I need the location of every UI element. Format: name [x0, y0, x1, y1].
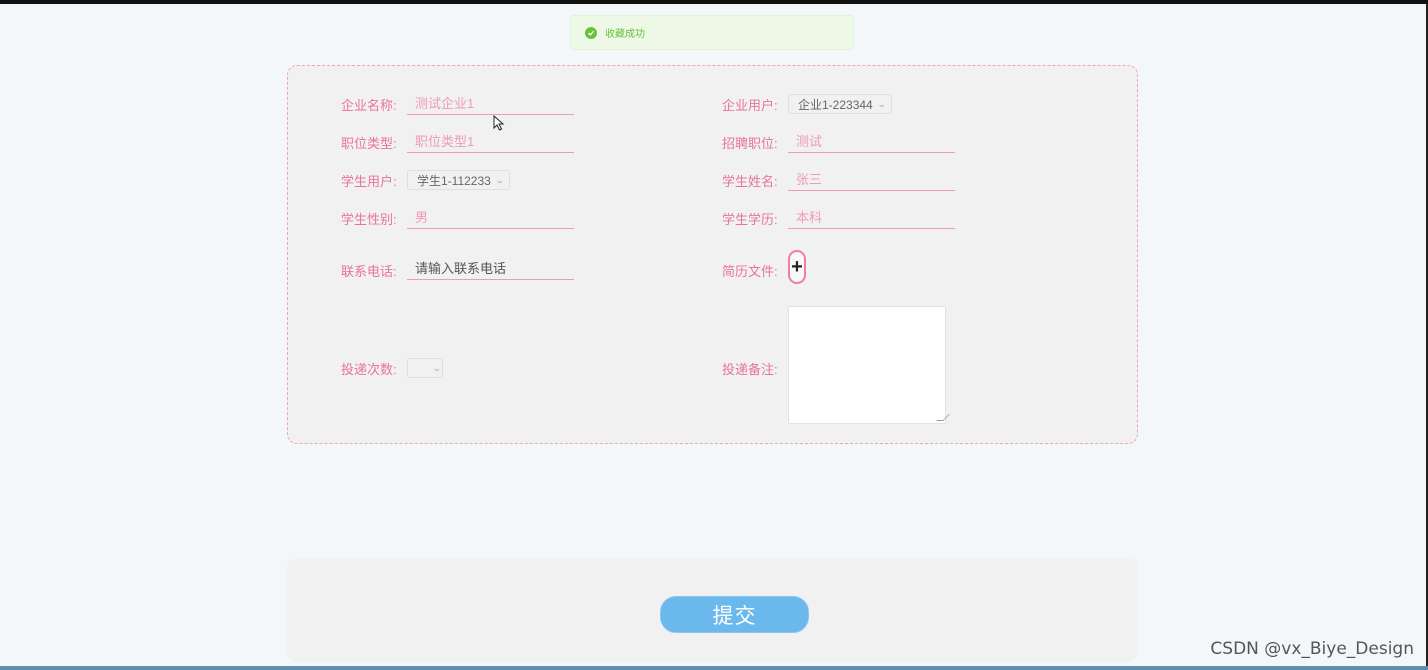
success-toast: 收藏成功 — [570, 15, 854, 50]
student-name-label: 学生姓名: — [722, 174, 778, 189]
company-name-label: 企业名称: — [341, 98, 397, 113]
window-top-border — [0, 0, 1428, 4]
chevron-down-icon: ⌄ — [431, 362, 442, 373]
student-gender-label: 学生性别: — [341, 212, 397, 227]
resume-upload-button[interactable]: + — [788, 250, 806, 284]
delivery-note-label: 投递备注: — [722, 362, 778, 377]
recruit-position-label: 招聘职位: — [722, 136, 778, 151]
company-name-input[interactable]: 测试企业1 — [407, 93, 574, 115]
watermark: CSDN @vx_Biye_Design — [1210, 639, 1414, 659]
student-education-label: 学生学历: — [722, 212, 778, 227]
job-type-label: 职位类型: — [341, 136, 397, 151]
submit-button[interactable]: 提交 — [660, 596, 809, 633]
delivery-note-textarea[interactable] — [788, 306, 950, 424]
delivery-count-select[interactable]: ⌄ — [407, 358, 443, 378]
window-bottom-border — [0, 666, 1428, 670]
mouse-cursor-icon — [493, 114, 505, 131]
company-user-select-value: 企业1-223344 — [798, 97, 873, 112]
application-form: 企业名称: 测试企业1 企业用户: 企业1-223344 ⌄ 职位类型: 职位类… — [287, 65, 1138, 444]
student-name-input[interactable]: 张三 — [788, 169, 955, 191]
chevron-down-icon: ⌄ — [876, 98, 887, 109]
toast-message: 收藏成功 — [605, 29, 645, 40]
company-user-select[interactable]: 企业1-223344 ⌄ — [788, 94, 893, 114]
company-user-label: 企业用户: — [722, 98, 778, 113]
student-user-select-value: 学生1-112233 — [417, 173, 491, 188]
resume-file-label: 简历文件: — [722, 264, 778, 279]
check-circle-icon — [585, 26, 597, 39]
recruit-position-input[interactable]: 测试 — [788, 131, 955, 153]
student-user-select[interactable]: 学生1-112233 ⌄ — [407, 170, 511, 190]
student-gender-input[interactable]: 男 — [407, 207, 574, 229]
phone-label: 联系电话: — [341, 264, 397, 279]
delivery-count-label: 投递次数: — [341, 362, 397, 377]
job-type-input[interactable]: 职位类型1 — [407, 131, 574, 153]
phone-input[interactable]: 请输入联系电话 — [407, 258, 574, 280]
resize-grip-icon[interactable] — [936, 414, 950, 421]
student-user-label: 学生用户: — [341, 174, 397, 189]
plus-icon: + — [791, 256, 803, 278]
chevron-down-icon: ⌄ — [494, 174, 505, 185]
student-education-input[interactable]: 本科 — [788, 207, 955, 229]
